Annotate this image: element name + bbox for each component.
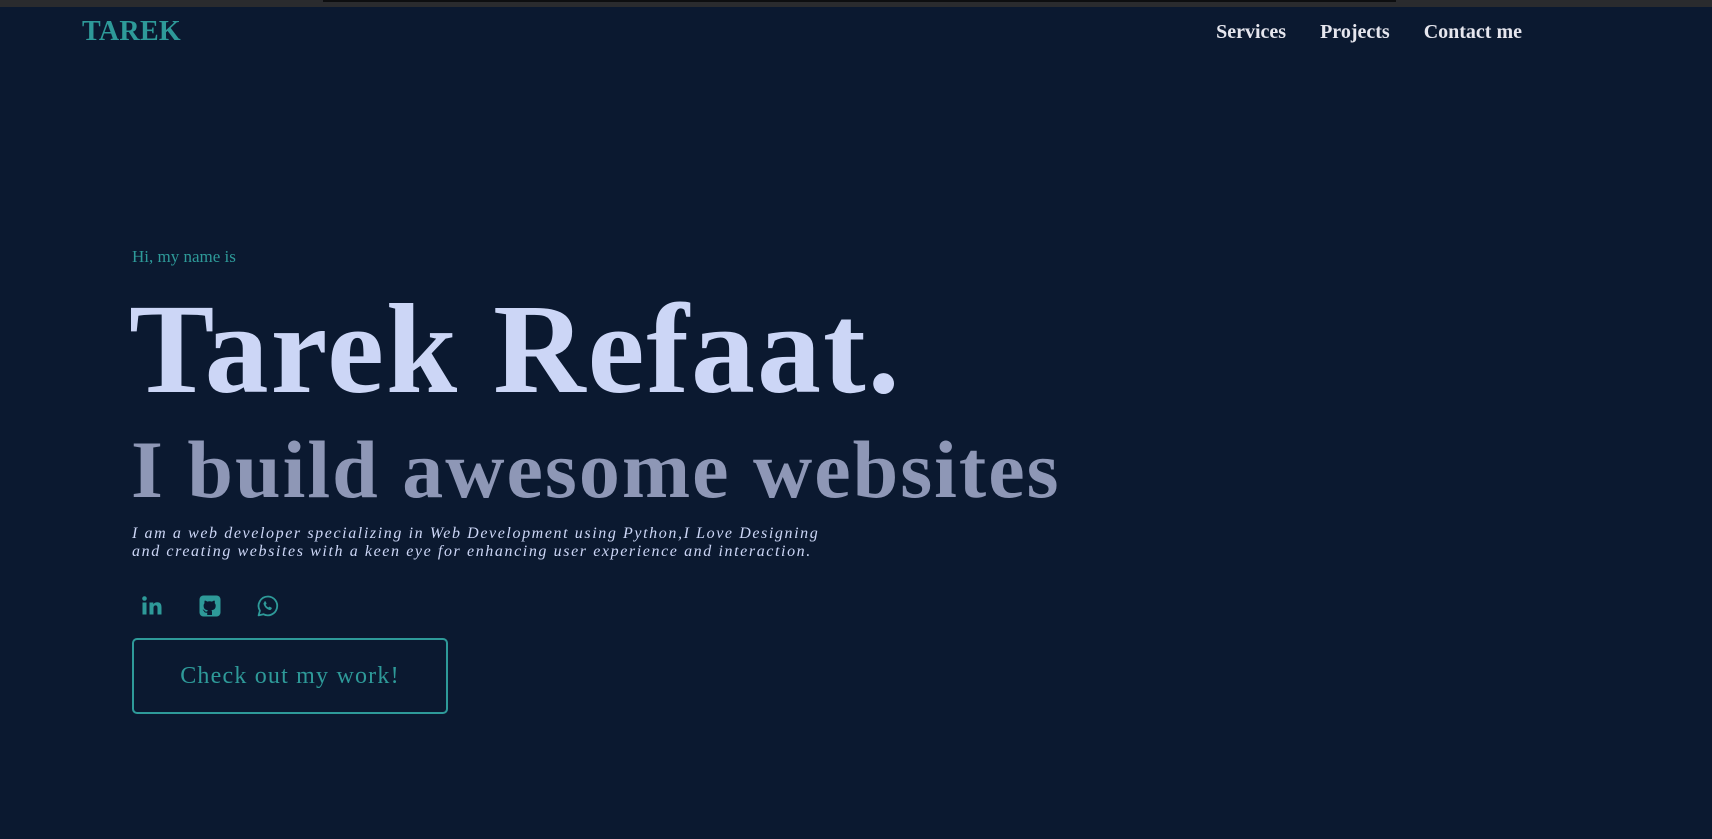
nav-services-link[interactable]: Services: [1216, 21, 1286, 44]
check-work-button[interactable]: Check out my work!: [132, 638, 448, 714]
nav-projects-link[interactable]: Projects: [1320, 21, 1390, 44]
main-nav: Services Projects Contact me: [1216, 21, 1522, 44]
whatsapp-icon: [257, 595, 279, 617]
logo-link[interactable]: TAREK: [82, 16, 181, 48]
social-links: [140, 594, 280, 618]
hero-greeting: Hi, my name is: [132, 247, 236, 266]
top-strip-bar: [323, 0, 1396, 2]
browser-top-strip: [0, 0, 1712, 7]
nav-contact-link[interactable]: Contact me: [1424, 21, 1522, 44]
linkedin-link[interactable]: [140, 594, 164, 618]
github-icon: [199, 595, 221, 617]
github-link[interactable]: [198, 594, 222, 618]
hero-bio: I am a web developer specializing in Web…: [132, 525, 820, 560]
whatsapp-link[interactable]: [256, 594, 280, 618]
linkedin-icon: [142, 596, 162, 615]
hero-tagline: I build awesome websites: [131, 424, 1061, 515]
hero-name: Tarek Refaat.: [129, 278, 902, 420]
